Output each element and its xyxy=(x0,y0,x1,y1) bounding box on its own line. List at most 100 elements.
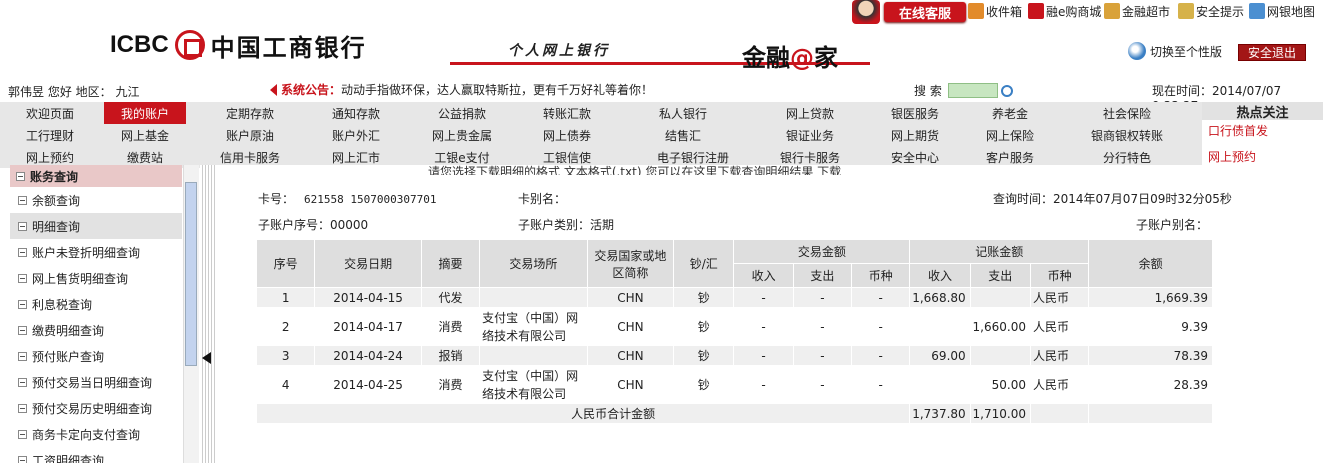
user-greeting: 郭伟昱 您好 地区： 九江 xyxy=(8,85,140,99)
sidebar-item-label: 利息税查询 xyxy=(32,297,93,312)
cell-seq: 3 xyxy=(255,345,316,366)
nav-notice-deposit[interactable]: 通知存款 xyxy=(316,102,396,124)
bullet-icon xyxy=(18,247,27,257)
col-place: 交易场所 xyxy=(479,239,588,288)
nav-bond[interactable]: 网上债券 xyxy=(527,124,607,146)
sidebar-head[interactable]: 账务查询 xyxy=(10,165,182,187)
sub-type-label: 子账户类别： xyxy=(518,218,591,232)
hot-link-reservation[interactable]: 网上预约 xyxy=(1208,148,1256,165)
nav-fixed-deposit[interactable]: 定期存款 xyxy=(210,102,290,124)
nav-transfer[interactable]: 转账汇款 xyxy=(527,102,607,124)
sidebar-item-label: 账户未登折明细查询 xyxy=(32,245,141,260)
sidebar-item-online-sale[interactable]: 网上售货明细查询 xyxy=(10,265,182,291)
col-summary: 摘要 xyxy=(420,239,481,288)
nav-bank-stock-transfer[interactable]: 银商银权转账 xyxy=(1087,124,1167,146)
logout-button[interactable]: 安全退出 xyxy=(1238,44,1306,61)
cell-date: 2014-04-17 xyxy=(314,307,422,346)
content-area: 请您选择下载明细的格式 文本格式(.txt) 您可以在这里下载查询明细结果 下载… xyxy=(216,165,1323,463)
nav-forex-account[interactable]: 账户外汇 xyxy=(316,124,396,146)
nav-futures[interactable]: 网上期货 xyxy=(875,124,955,146)
cell-summary: 报销 xyxy=(420,345,481,366)
total-expense: 1,710.00 xyxy=(969,403,1031,424)
nav-social-insurance[interactable]: 社会保险 xyxy=(1087,102,1167,124)
sidebar-item-unposted[interactable]: 账户未登折明细查询 xyxy=(10,239,182,265)
inbox-link[interactable]: 收件箱 xyxy=(968,2,1022,20)
nav-donation[interactable]: 公益捐款 xyxy=(422,102,502,124)
nav-loan[interactable]: 网上贷款 xyxy=(770,102,850,124)
nav-oil[interactable]: 账户原油 xyxy=(210,124,290,146)
cell-cash: 钞 xyxy=(673,345,735,366)
sidebar-item-label: 预付交易当日明细查询 xyxy=(32,375,153,390)
hot-topics-title: 热点关注 xyxy=(1202,102,1323,121)
system-notice: 系统公告： 动动手指做环保，达人赢取特斯拉，更有千万好礼等着你！ xyxy=(270,81,653,98)
sidebar-item-detail[interactable]: 明细查询 xyxy=(10,213,182,239)
sidebar-item-label: 商务卡定向支付查询 xyxy=(32,427,141,442)
brand-at: @ xyxy=(790,44,814,72)
sidebar-item-salary[interactable]: 工资明细查询 xyxy=(10,447,182,463)
sidebar-item-prepaid-history[interactable]: 预付交易历史明细查询 xyxy=(10,395,182,421)
icbc-seal-icon xyxy=(174,30,205,60)
switch-version-link[interactable]: 切换至个性版 xyxy=(1128,42,1222,60)
sidebar-item-prepaid[interactable]: 预付账户查询 xyxy=(10,343,182,369)
emall-link[interactable]: 融e购商城 xyxy=(1028,2,1101,20)
notice-label: 系统公告： xyxy=(281,83,342,97)
sidebar-item-prepaid-today[interactable]: 预付交易当日明细查询 xyxy=(10,369,182,395)
cell-tx-income: - xyxy=(733,365,794,404)
sidebar-item-label: 网上售货明细查询 xyxy=(32,271,129,286)
nav-my-account[interactable]: 我的账户 xyxy=(104,102,186,124)
total-label: 人民币合计金额 xyxy=(255,403,911,424)
sidebar-item-interest-tax[interactable]: 利息税查询 xyxy=(10,291,182,317)
bank-map-label: 网银地图 xyxy=(1267,4,1316,19)
bank-map-link[interactable]: 网银地图 xyxy=(1249,2,1315,20)
bullet-icon xyxy=(18,403,27,413)
scrollbar-thumb[interactable] xyxy=(185,182,197,366)
cell-date: 2014-04-25 xyxy=(314,365,422,404)
cell-date: 2014-04-24 xyxy=(314,345,422,366)
nav-fx-settle[interactable]: 结售汇 xyxy=(643,124,723,146)
cell-book-expense xyxy=(969,287,1031,308)
personal-banking-title: 个人网上银行 xyxy=(508,43,610,59)
card-alias: 卡别名： xyxy=(518,190,566,207)
nav-pension[interactable]: 养老金 xyxy=(970,102,1050,124)
nav-welcome[interactable]: 欢迎页面 xyxy=(10,102,90,124)
nav-medical[interactable]: 银医服务 xyxy=(875,102,955,124)
hot-topics: 热点关注 口行债首发 网上预约 xyxy=(1202,102,1323,168)
sidebar-head-label: 账务查询 xyxy=(30,169,79,184)
nav-private-bank[interactable]: 私人银行 xyxy=(643,102,723,124)
splitter[interactable] xyxy=(200,165,216,463)
col-tx-amount: 交易金额 xyxy=(733,239,911,264)
bullet-icon xyxy=(18,377,27,387)
sub-seq-label: 子账户序号： xyxy=(258,218,331,232)
cell-place: 支付宝（中国）网络技术有限公司 xyxy=(479,365,588,404)
collapse-arrow-icon[interactable] xyxy=(202,352,211,364)
sub-seq-value: 00000 xyxy=(330,218,369,232)
sidebar-item-label: 缴费明细查询 xyxy=(32,323,105,338)
cell-country: CHN xyxy=(586,365,675,404)
cell-country: CHN xyxy=(586,345,675,366)
cell-book-income xyxy=(909,365,971,404)
cell-book-currency: 人民币 xyxy=(1029,287,1090,308)
search-icon[interactable] xyxy=(1000,84,1013,97)
nav-fund[interactable]: 网上基金 xyxy=(104,124,186,146)
hot-link-bond[interactable]: 口行债首发 xyxy=(1208,122,1268,139)
col-cash: 钞/汇 xyxy=(673,239,735,288)
nav-securities[interactable]: 银证业务 xyxy=(770,124,850,146)
nav-insurance[interactable]: 网上保险 xyxy=(970,124,1050,146)
finance-market-link[interactable]: 金融超市 xyxy=(1104,2,1170,20)
cell-book-currency: 人民币 xyxy=(1029,307,1090,346)
download-format-line[interactable]: 请您选择下载明细的格式 文本格式(.txt) 您可以在这里下载查询明细结果 下载 xyxy=(428,165,841,175)
sidebar-item-payment-detail[interactable]: 缴费明细查询 xyxy=(10,317,182,343)
search-input[interactable] xyxy=(947,83,998,98)
table-row: 3 2014-04-24 报销 CHN 钞 - - -69.00 人民币 78.39 xyxy=(255,345,1213,366)
nav-wealth[interactable]: 工行理财 xyxy=(10,124,90,146)
sidebar-item-business-card[interactable]: 商务卡定向支付查询 xyxy=(10,421,182,447)
sidebar-item-balance[interactable]: 余额查询 xyxy=(10,187,182,213)
bullet-icon xyxy=(18,351,27,361)
brand-pre: 金融 xyxy=(742,44,790,72)
security-tips-link[interactable]: 安全提示 xyxy=(1178,2,1244,20)
cell-place xyxy=(479,345,588,366)
notice-text[interactable]: 动动手指做环保，达人赢取特斯拉，更有千万好礼等着你！ xyxy=(341,81,653,98)
nav-metal[interactable]: 网上贵金属 xyxy=(422,124,502,146)
cell-book-income: 69.00 xyxy=(909,345,971,366)
online-service-button[interactable]: 在线客服 xyxy=(884,2,966,22)
